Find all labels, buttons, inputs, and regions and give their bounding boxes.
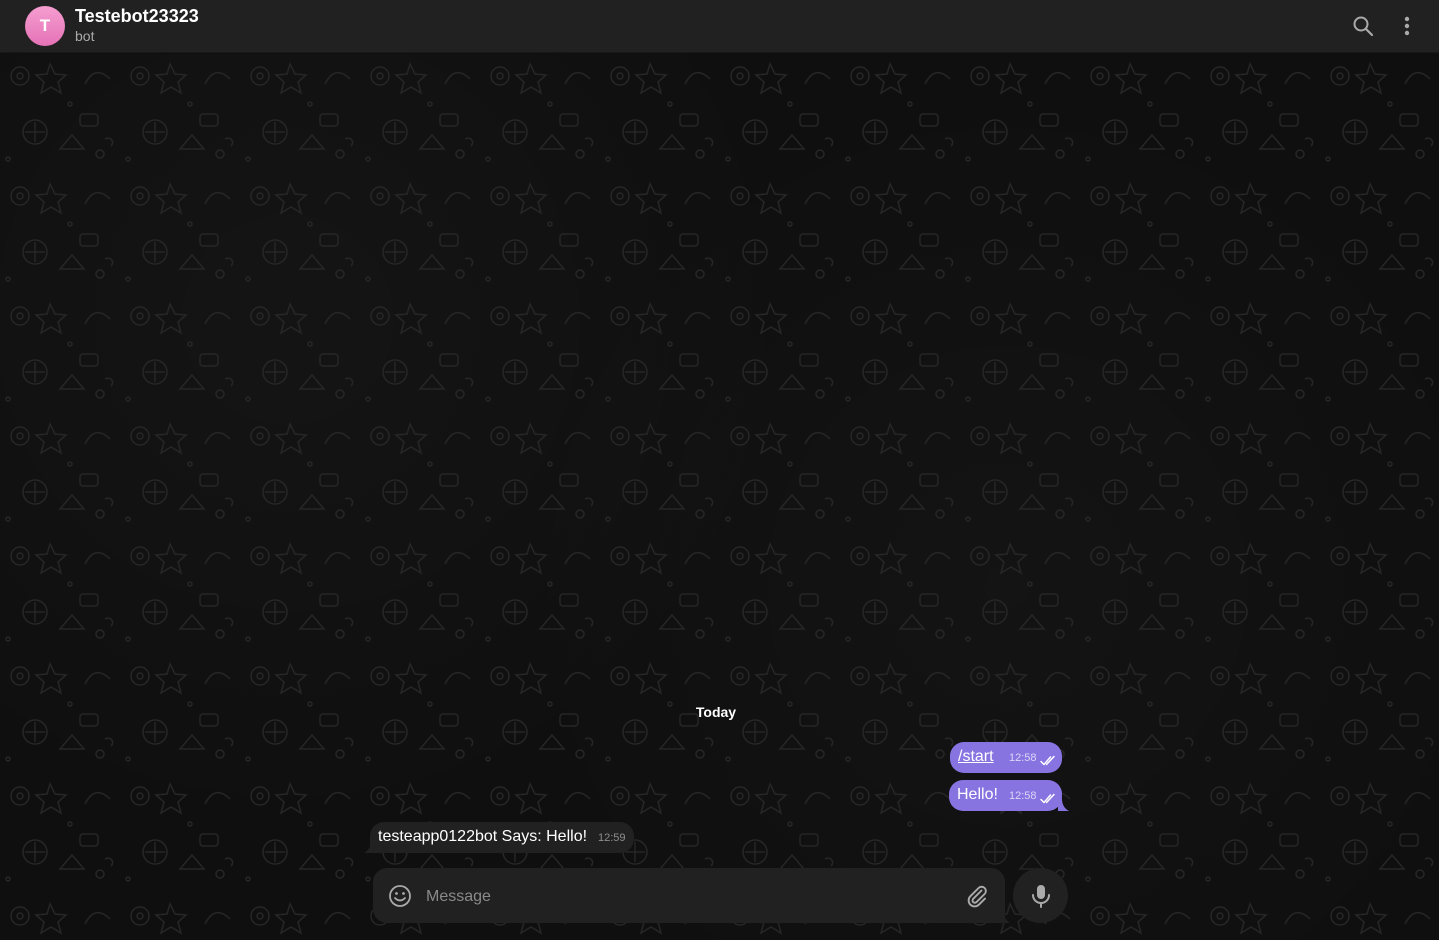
attach-button[interactable] xyxy=(963,882,991,910)
message-time: 12:58 xyxy=(1009,752,1037,764)
outgoing-message[interactable]: Hello! 12:58 xyxy=(949,780,1062,811)
outgoing-message[interactable]: /start 12:58 xyxy=(950,742,1062,773)
message-time: 12:58 xyxy=(1009,790,1037,802)
double-check-icon xyxy=(1040,793,1055,804)
emoji-button[interactable] xyxy=(387,883,413,909)
date-separator: Today xyxy=(695,704,737,720)
chat-wallpaper xyxy=(0,54,1439,940)
incoming-message[interactable]: testeapp0122bot Says: Hello! 12:59 xyxy=(370,822,634,853)
bot-command-link[interactable]: /start xyxy=(958,748,994,765)
message-input[interactable] xyxy=(424,882,948,912)
message-text: Hello! xyxy=(957,786,998,803)
emoji-icon xyxy=(389,885,411,907)
message-time: 12:59 xyxy=(598,832,626,844)
paperclip-icon xyxy=(967,885,987,908)
wallpaper-doodle-pattern xyxy=(0,54,1439,940)
message-composer xyxy=(373,868,1005,923)
message-text: testeapp0122bot Says: Hello! xyxy=(378,828,588,845)
composer-tail xyxy=(999,904,1010,923)
chat-title[interactable]: Testebot23323 xyxy=(75,6,199,26)
double-check-icon xyxy=(1040,755,1055,766)
search-icon xyxy=(1353,16,1374,37)
avatar-letter: T xyxy=(39,16,51,35)
chat-status: bot xyxy=(75,28,95,44)
microphone-icon xyxy=(1031,884,1050,908)
chat-header: T Testebot23323 bot xyxy=(0,0,1439,53)
more-menu-button[interactable] xyxy=(1391,10,1423,42)
more-vertical-icon xyxy=(1404,16,1410,36)
telegram-chat-window: T Testebot23323 bot Today /start 12:58 H… xyxy=(0,0,1439,940)
bubble-tail xyxy=(1058,799,1069,811)
voice-record-button[interactable] xyxy=(1013,868,1068,923)
avatar[interactable]: T xyxy=(25,6,65,46)
search-button[interactable] xyxy=(1347,10,1379,42)
